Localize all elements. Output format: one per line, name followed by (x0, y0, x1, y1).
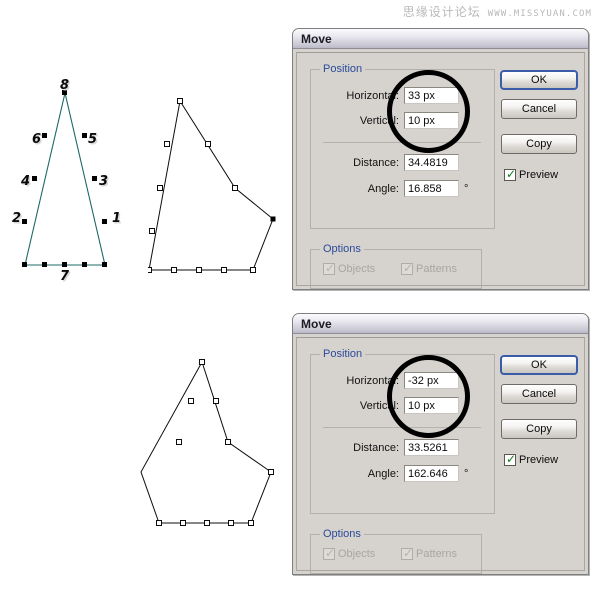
anchor-number-4: 4 (21, 174, 31, 189)
shape-polygon-step-two[interactable] (140, 350, 300, 530)
distance-field-row: Distance: 33.5261 (317, 439, 489, 456)
angle-input[interactable]: 162.646 (404, 465, 459, 482)
anchor-number-8: 8 (60, 78, 70, 93)
angle-label: Angle: (367, 467, 399, 480)
artboard: 8 6 5 4 3 2 1 7 (0, 0, 300, 600)
angle-label: Angle: (367, 182, 399, 195)
preview-checkbox-row[interactable]: ✓ Preview (504, 452, 559, 466)
vertical-field-row: Vertical: 10 px (317, 397, 489, 414)
position-group: Position Horizontal: 33 px Vertical: 10 … (310, 63, 497, 229)
options-group-title: Options (320, 243, 364, 255)
horizontal-input[interactable]: 33 px (404, 87, 459, 104)
patterns-checkbox-row: ✓ Patterns (401, 261, 457, 275)
objects-checkbox: ✓ (323, 546, 336, 560)
distance-input[interactable]: 34.4819 (404, 154, 459, 171)
vertical-field-row: Vertical: 10 px (317, 112, 489, 129)
patterns-label: Patterns (416, 263, 457, 275)
distance-input[interactable]: 33.5261 (404, 439, 459, 456)
distance-field-row: Distance: 34.4819 (317, 154, 489, 171)
anchor-number-2: 2 (12, 211, 22, 226)
options-group: Options ✓ Objects ✓ Patterns (310, 243, 482, 289)
patterns-checkbox-row: ✓ Patterns (401, 546, 457, 560)
horizontal-label: Horizontal: (346, 374, 399, 387)
vertical-input[interactable]: 10 px (404, 397, 459, 414)
check-icon: ✓ (506, 167, 517, 181)
check-icon: ✓ (403, 546, 414, 560)
check-icon: ✓ (325, 261, 336, 275)
angle-input[interactable]: 16.858 (404, 180, 459, 197)
dialog-title: Move (301, 31, 332, 46)
watermark-cn-text: 思缘设计论坛 (402, 5, 481, 19)
position-group-title: Position (320, 63, 366, 75)
degree-symbol: ° (464, 467, 469, 480)
anchor-number-7: 7 (60, 269, 70, 284)
dialog-title: Move (301, 316, 332, 331)
horizontal-label: Horizontal: (346, 89, 399, 102)
options-group: Options ✓ Objects ✓ Patterns (310, 528, 482, 574)
copy-button[interactable]: Copy (501, 419, 577, 439)
anchor-number-1: 1 (112, 211, 122, 226)
copy-button[interactable]: Copy (501, 134, 577, 154)
patterns-checkbox: ✓ (401, 546, 414, 560)
objects-label: Objects (338, 548, 376, 560)
check-icon: ✓ (325, 546, 336, 560)
check-icon: ✓ (506, 452, 517, 466)
position-group: Position Horizontal: -32 px Vertical: 10… (310, 348, 497, 514)
objects-checkbox: ✓ (323, 261, 336, 275)
vertical-label: Vertical: (359, 399, 399, 412)
distance-label: Distance: (353, 441, 399, 454)
patterns-label: Patterns (416, 548, 457, 560)
anchor-number-3: 3 (99, 174, 109, 189)
distance-label: Distance: (353, 156, 399, 169)
cancel-button[interactable]: Cancel (501, 99, 577, 119)
preview-checkbox-row[interactable]: ✓ Preview (504, 167, 559, 181)
dialog-titlebar[interactable]: Move (293, 314, 588, 334)
options-group-title: Options (320, 528, 364, 540)
preview-checkbox[interactable]: ✓ (504, 167, 517, 181)
vertical-input[interactable]: 10 px (404, 112, 459, 129)
angle-field-row: Angle: 16.858 ° (317, 180, 497, 197)
cancel-button[interactable]: Cancel (501, 384, 577, 404)
vertical-label: Vertical: (359, 114, 399, 127)
position-group-title: Position (320, 348, 366, 360)
move-dialog-2[interactable]: Move Position Horizontal: -32 px Vertica… (292, 313, 589, 575)
horizontal-field-row: Horizontal: 33 px (317, 87, 489, 104)
angle-field-row: Angle: 162.646 ° (317, 465, 497, 482)
horizontal-field-row: Horizontal: -32 px (317, 372, 489, 389)
anchor-number-5: 5 (88, 132, 98, 147)
degree-symbol: ° (464, 182, 469, 195)
watermark: 思缘设计论坛 WWW.MISSYUAN.COM (403, 3, 592, 20)
group-divider (323, 142, 481, 143)
objects-checkbox-row: ✓ Objects (323, 261, 376, 275)
watermark-url-text: WWW.MISSYUAN.COM (487, 9, 592, 19)
dialog-body: Position Horizontal: 33 px Vertical: 10 … (296, 52, 585, 289)
check-icon: ✓ (403, 261, 414, 275)
objects-checkbox-row: ✓ Objects (323, 546, 376, 560)
preview-label: Preview (519, 169, 559, 181)
horizontal-input[interactable]: -32 px (404, 372, 459, 389)
dialog-body: Position Horizontal: -32 px Vertical: 10… (296, 337, 585, 574)
dialog-titlebar[interactable]: Move (293, 29, 588, 49)
objects-label: Objects (338, 263, 376, 275)
shape-polygon-step-one[interactable] (148, 88, 293, 278)
preview-checkbox[interactable]: ✓ (504, 452, 517, 466)
ok-button[interactable]: OK (500, 70, 578, 90)
ok-button[interactable]: OK (500, 355, 578, 375)
move-dialog-1[interactable]: Move Position Horizontal: 33 px Vertical… (292, 28, 589, 290)
preview-label: Preview (519, 454, 559, 466)
patterns-checkbox: ✓ (401, 261, 414, 275)
anchor-point-selected (270, 216, 276, 222)
group-divider (323, 427, 481, 428)
anchor-number-6: 6 (32, 132, 42, 147)
